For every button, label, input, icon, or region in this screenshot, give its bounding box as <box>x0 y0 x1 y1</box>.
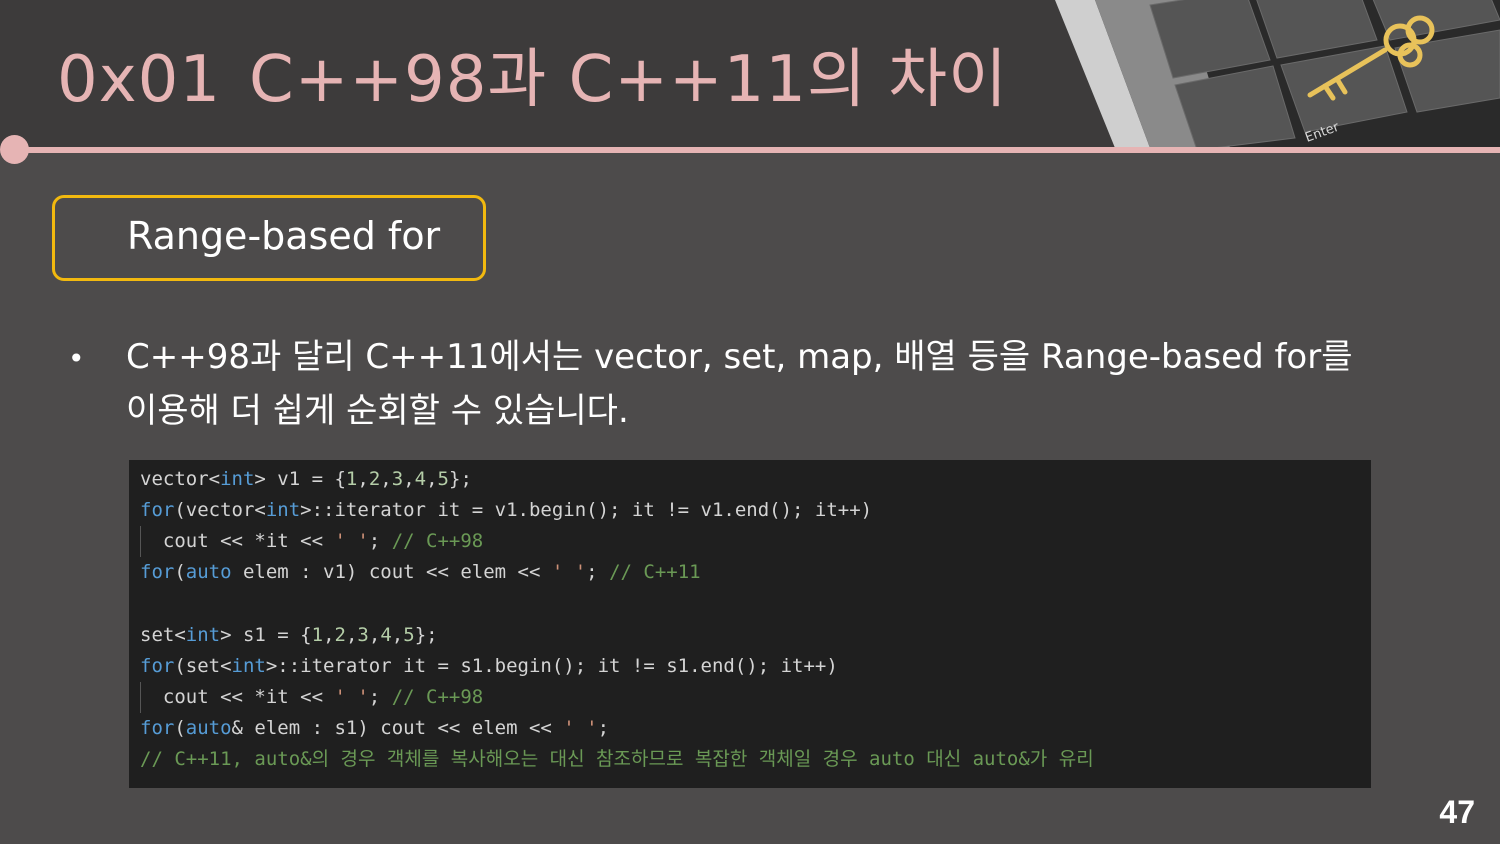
code-token: ; <box>368 686 392 708</box>
bullet-line-2: 이용해 더 쉽게 순회할 수 있습니다. <box>126 391 629 431</box>
code-token: auto <box>185 561 232 583</box>
code-token: }; <box>449 468 472 490</box>
code-token: (vector< <box>174 499 266 521</box>
code-token: ( <box>174 561 186 583</box>
code-token: ( <box>174 717 186 739</box>
code-token: & elem : s1) cout << elem << <box>231 717 564 739</box>
code-token: cout << *it << <box>140 530 335 552</box>
code-token: ; <box>586 561 610 583</box>
code-token: >::iterator it = s1.begin(); it != s1.en… <box>265 655 838 677</box>
code-token: for <box>140 561 175 583</box>
code-line-7: for(set<int>::iterator it = s1.begin(); … <box>140 651 838 682</box>
code-token: auto <box>185 717 232 739</box>
code-token: ' ' <box>551 561 587 583</box>
title-number: 0x01 <box>57 43 222 117</box>
title-underline-dot <box>0 135 29 164</box>
code-token: 1 <box>311 624 324 646</box>
code-token: , <box>426 468 438 490</box>
code-line-4: for(auto elem : v1) cout << elem << ' ';… <box>140 557 701 588</box>
code-token: 1 <box>345 468 358 490</box>
code-token: for <box>140 499 175 521</box>
code-token: // C++98 <box>391 530 484 552</box>
code-token: 4 <box>380 624 392 646</box>
keyboard-key-image: Enter <box>1055 0 1500 148</box>
code-token: ' ' <box>334 530 369 552</box>
code-line-10: // C++11, auto&의 경우 객체를 복사해오는 대신 참조하므로 복… <box>140 748 1094 770</box>
code-token: set< <box>140 624 186 646</box>
code-token: 5 <box>437 468 449 490</box>
code-line-1: vector<int> v1 = {1,2,3,4,5}; <box>140 464 472 495</box>
code-token: , <box>345 624 358 646</box>
code-token: // C++11 <box>609 561 701 583</box>
code-token: vector< <box>140 468 221 490</box>
code-line-9: for(auto& elem : s1) cout << elem << ' '… <box>140 713 609 744</box>
code-token: cout << *it << <box>140 686 335 708</box>
code-token: int <box>220 468 255 490</box>
code-token: 4 <box>414 468 427 490</box>
code-line-3: cout << *it << ' '; // C++98 <box>140 526 483 557</box>
code-token: , <box>357 468 369 490</box>
bullet-line-1: C++98과 달리 C++11에서는 vector, set, map, 배열 … <box>126 337 1353 377</box>
code-block: vector<int> v1 = {1,2,3,4,5}; for(vector… <box>129 460 1371 788</box>
code-token: >::iterator it = v1.begin(); it != v1.en… <box>300 499 873 521</box>
code-token: , <box>323 624 335 646</box>
code-token: 2 <box>368 468 381 490</box>
code-token: ' ' <box>334 686 369 708</box>
code-token: (set< <box>174 655 232 677</box>
code-token: int <box>231 655 266 677</box>
code-token: , <box>368 624 381 646</box>
title-text: C++98과 C++11의 차이 <box>249 43 1008 117</box>
code-token: 5 <box>403 624 415 646</box>
section-label-box: Range-based for <box>52 195 486 281</box>
slide-title: 0x01 C++98과 C++11의 차이 <box>57 28 1008 120</box>
slide-header: 0x01 C++98과 C++11의 차이 Enter <box>0 0 1500 148</box>
bullet-text: C++98과 달리 C++11에서는 vector, set, map, 배열 … <box>126 330 1386 438</box>
code-token: elem : v1) cout << elem << <box>231 561 552 583</box>
code-token: // C++98 <box>391 686 484 708</box>
code-token: int <box>265 499 301 521</box>
code-token: }; <box>414 624 438 646</box>
keyboard-key-photo: Enter <box>1055 0 1500 148</box>
code-token: > s1 = { <box>220 624 312 646</box>
code-token: for <box>140 655 175 677</box>
code-line-2: for(vector<int>::iterator it = v1.begin(… <box>140 495 872 526</box>
code-line-6: set<int> s1 = {1,2,3,4,5}; <box>140 620 438 651</box>
code-token: for <box>140 717 175 739</box>
code-token: > v1 = { <box>254 468 346 490</box>
code-line-8: cout << *it << ' '; // C++98 <box>140 682 483 713</box>
code-token: 3 <box>391 468 404 490</box>
code-token: int <box>185 624 221 646</box>
title-underline <box>14 147 1500 153</box>
bullet-dot: • <box>68 342 85 375</box>
code-token: , <box>391 624 404 646</box>
code-token: ; <box>368 530 392 552</box>
code-token: , <box>380 468 392 490</box>
code-token: 2 <box>334 624 346 646</box>
code-token: ; <box>597 717 610 739</box>
code-token: 3 <box>357 624 369 646</box>
code-token: ' ' <box>563 717 598 739</box>
section-label: Range-based for <box>127 214 441 258</box>
page-number: 47 <box>1439 794 1475 830</box>
code-token: , <box>403 468 415 490</box>
